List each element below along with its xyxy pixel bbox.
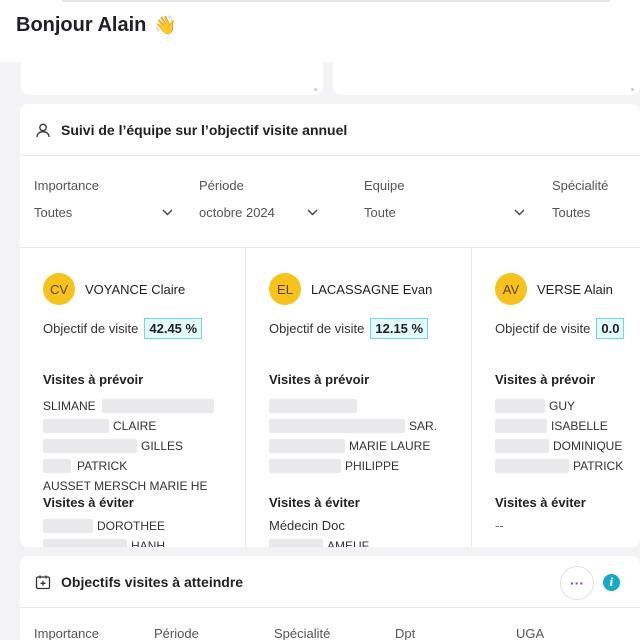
- objective-label: Objectif de visite: [495, 321, 591, 336]
- filter-specialty[interactable]: Spécialité Toutes: [552, 178, 632, 220]
- to-avoid-heading: Visites à éviter: [43, 495, 134, 510]
- list-item[interactable]: DOMINIQUE: [495, 436, 623, 456]
- list-item[interactable]: [269, 396, 437, 416]
- filter-label: Spécialité: [552, 178, 609, 193]
- objective-label: Objectif de visite: [43, 321, 139, 336]
- list-item[interactable]: AUSSET MERSCH MARIE HE: [43, 476, 214, 496]
- to-plan-heading: Visites à prévoir: [269, 372, 370, 387]
- list-item: --: [495, 518, 504, 533]
- to-avoid-list: Médecin Doc AMEUF: [269, 516, 369, 547]
- filter-team[interactable]: Equipe Toute: [364, 178, 534, 220]
- list-item[interactable]: PATRICK: [43, 456, 214, 476]
- objective-percent: 12.15 %: [370, 318, 429, 339]
- filter-label: Importance: [34, 178, 100, 193]
- member-name: VOYANCE Claire: [85, 281, 186, 297]
- avatar: CV: [43, 273, 75, 305]
- avatar: AV: [495, 273, 527, 305]
- summary-card-left: [21, 62, 323, 95]
- filter-label[interactable]: Importance: [34, 626, 99, 640]
- member-card[interactable]: CV VOYANCE Claire Objectif de visite 42.…: [20, 248, 246, 547]
- filter-value: Toute: [364, 205, 396, 220]
- member-card[interactable]: EL LACASSAGNE Evan Objectif de visite 12…: [246, 248, 472, 547]
- team-members: CV VOYANCE Claire Objectif de visite 42.…: [20, 248, 640, 547]
- filter-label[interactable]: Spécialité: [274, 626, 330, 640]
- team-card-title: Suivi de l’équipe sur l’objectif visite …: [61, 121, 348, 138]
- objectives-card-header: Objectifs visites à atteindre: [20, 556, 640, 608]
- team-filters: Importance Toutes Période octobre 2024 E…: [20, 156, 640, 248]
- objectives-card: Objectifs visites à atteindre ··· i Impo…: [20, 556, 640, 640]
- calendar-plus-icon: [35, 574, 51, 590]
- to-avoid-heading: Visites à éviter: [269, 495, 360, 510]
- filter-period[interactable]: Période octobre 2024: [199, 178, 339, 220]
- objective-row: Objectif de visite 12.15 %: [269, 318, 429, 339]
- chevron-down-icon: [307, 205, 318, 219]
- member-header: AV VERSE Alain: [495, 273, 613, 305]
- filter-importance[interactable]: Importance Toutes: [34, 178, 174, 220]
- more-icon[interactable]: ···: [560, 566, 594, 600]
- list-item[interactable]: GUY: [495, 396, 623, 416]
- to-avoid-list: --: [495, 516, 504, 536]
- page-title: Bonjour Alain 👋: [16, 14, 177, 37]
- summary-card-right: [333, 62, 640, 95]
- user-icon: [35, 122, 51, 138]
- team-card-header: Suivi de l’équipe sur l’objectif visite …: [20, 104, 640, 156]
- list-item[interactable]: CLAIRE: [43, 416, 214, 436]
- top-divider: [62, 0, 610, 2]
- to-plan-list: SLIMANE CLAIRE GILLES PATRICK AUSSET MER…: [43, 396, 214, 496]
- list-item[interactable]: Médecin Doc: [269, 516, 369, 536]
- to-plan-heading: Visites à prévoir: [495, 372, 596, 387]
- filter-label[interactable]: Période: [154, 626, 199, 640]
- member-header: EL LACASSAGNE Evan: [269, 273, 432, 305]
- list-item[interactable]: MARIE LAURE: [269, 436, 437, 456]
- list-item[interactable]: DOROTHEE: [43, 516, 165, 536]
- list-item[interactable]: PHILIPPE: [269, 456, 437, 476]
- info-icon[interactable]: i: [603, 574, 620, 591]
- filter-value: octobre 2024: [199, 205, 275, 220]
- member-card[interactable]: AV VERSE Alain Objectif de visite 0.0 Vi…: [472, 248, 640, 547]
- list-item[interactable]: GILLES: [43, 436, 214, 456]
- chevron-down-icon: [514, 205, 525, 219]
- avatar: EL: [269, 273, 301, 305]
- list-item[interactable]: PATRICK: [495, 456, 623, 476]
- greeting-text: Bonjour Alain: [16, 14, 147, 36]
- list-item[interactable]: SAR.: [269, 416, 437, 436]
- to-plan-list: SAR. MARIE LAURE PHILIPPE: [269, 396, 437, 476]
- to-avoid-list: DOROTHEE HANH: [43, 516, 165, 547]
- objective-row: Objectif de visite 42.45 %: [43, 318, 203, 339]
- filter-label: Equipe: [364, 178, 405, 193]
- waving-hand-icon: 👋: [154, 15, 177, 35]
- objectives-card-title: Objectifs visites à atteindre: [61, 573, 244, 590]
- filter-label: Période: [199, 178, 244, 193]
- member-header: CV VOYANCE Claire: [43, 273, 185, 305]
- filter-value: Toutes: [34, 205, 73, 220]
- member-name: LACASSAGNE Evan: [311, 281, 433, 297]
- list-item[interactable]: AMEUF: [269, 536, 369, 547]
- filter-label[interactable]: UGA: [516, 626, 544, 640]
- filter-label[interactable]: Dpt: [395, 626, 415, 640]
- list-item[interactable]: ISABELLE: [495, 416, 623, 436]
- team-tracking-card: Suivi de l’équipe sur l’objectif visite …: [20, 104, 640, 547]
- objective-label: Objectif de visite: [269, 321, 365, 336]
- to-plan-heading: Visites à prévoir: [43, 372, 144, 387]
- member-name: VERSE Alain: [537, 281, 613, 297]
- objective-percent: 42.45 %: [144, 318, 203, 339]
- to-plan-list: GUY ISABELLE DOMINIQUE PATRICK: [495, 396, 623, 476]
- top-bar: Bonjour Alain 👋: [0, 0, 640, 62]
- to-avoid-heading: Visites à éviter: [495, 495, 586, 510]
- objective-row: Objectif de visite 0.0: [495, 318, 625, 339]
- list-item[interactable]: HANH: [43, 536, 165, 547]
- chevron-down-icon: [162, 205, 173, 219]
- objective-percent: 0.0: [596, 318, 625, 339]
- filter-value: Toutes: [552, 205, 591, 220]
- list-item[interactable]: SLIMANE: [43, 396, 214, 416]
